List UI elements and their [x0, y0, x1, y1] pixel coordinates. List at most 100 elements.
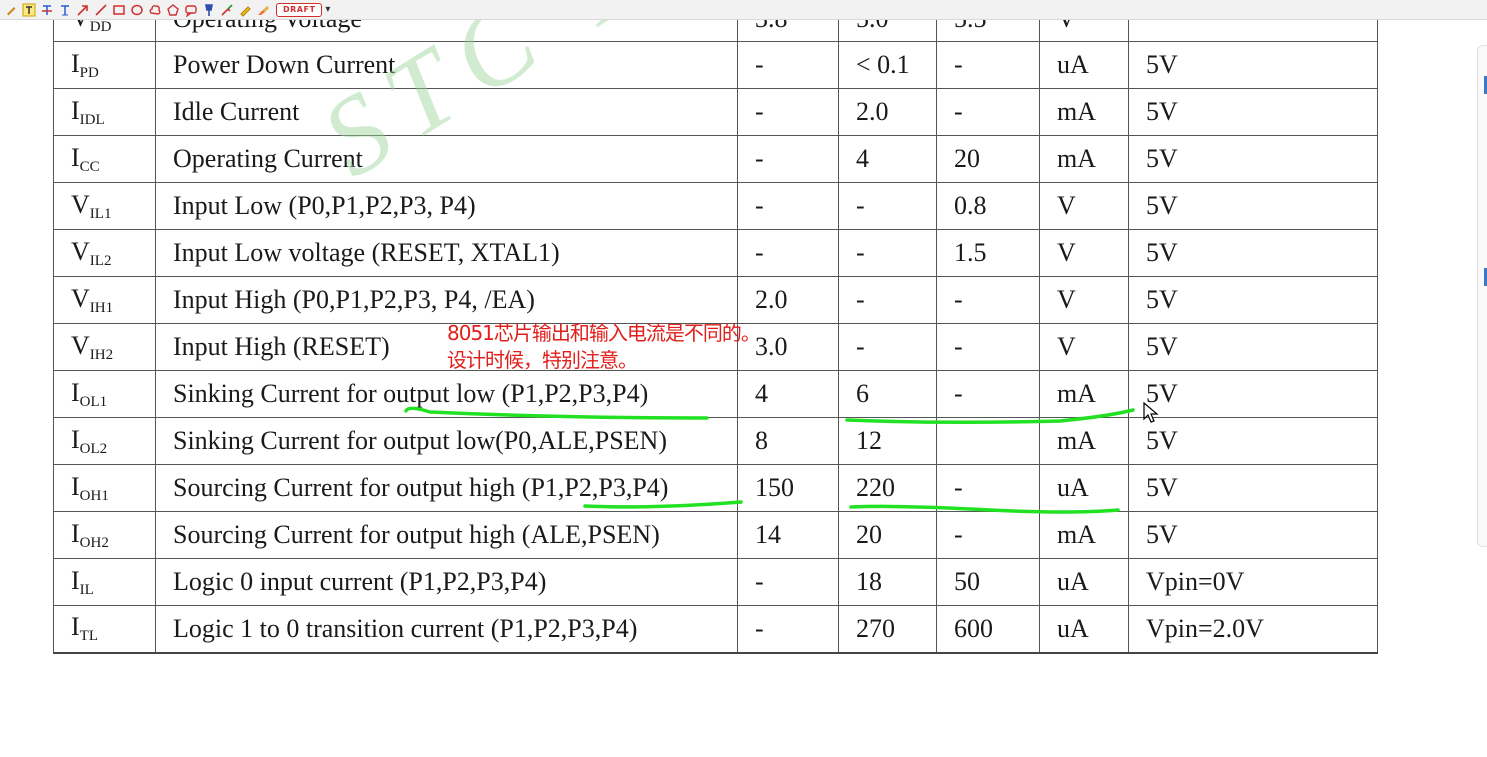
symbol-letter: V	[71, 330, 90, 360]
param-cell: Operating Current	[155, 135, 738, 183]
symbol-letter: I	[71, 565, 80, 595]
typ-cell: -	[838, 276, 937, 324]
param-cell: Sinking Current for output low (P1,P2,P3…	[155, 370, 738, 418]
min-cell: -	[737, 605, 839, 654]
symbol-cell: VIH1	[53, 276, 156, 324]
table-row: ICC Operating Current -4 20 mA 5V	[53, 135, 1378, 183]
typ-cell: -	[838, 323, 937, 371]
max-cell: 50	[936, 558, 1040, 606]
max-cell: 600	[936, 605, 1040, 654]
draft-stamp-button[interactable]: DRAFT	[276, 2, 323, 17]
unit-cell: mA	[1039, 511, 1129, 559]
min-cell: -	[737, 135, 839, 183]
min-cell: -	[737, 229, 839, 277]
pencil-icon[interactable]	[2, 1, 19, 19]
symbol-cell: IOH2	[53, 511, 156, 559]
symbol-subscript: TL	[79, 628, 98, 645]
typ-cell: 2.0	[838, 88, 937, 136]
stamp-dropdown-icon[interactable]: ▾	[325, 4, 330, 15]
cond-cell: 5V	[1128, 370, 1378, 418]
unit-cell: V	[1039, 276, 1129, 324]
symbol-cell: IIDL	[53, 88, 156, 136]
eraser-icon[interactable]	[254, 1, 271, 19]
unit-cell: mA	[1039, 88, 1129, 136]
max-cell: -	[936, 464, 1040, 512]
max-cell: -	[936, 370, 1040, 418]
max-cell: -	[936, 88, 1040, 136]
unit-cell: uA	[1039, 605, 1129, 654]
max-cell	[936, 417, 1040, 465]
param-cell: Input Low voltage (RESET, XTAL1)	[155, 229, 738, 277]
highlighter-icon[interactable]	[236, 1, 253, 19]
table-row: IIL Logic 0 input current (P1,P2,P3,P4) -1…	[53, 558, 1378, 606]
cond-cell: 5V	[1128, 276, 1378, 324]
cond-cell: 5V	[1128, 464, 1378, 512]
min-cell: 14	[737, 511, 839, 559]
note-line-2: 设计时候，特别注意。	[447, 348, 638, 372]
symbol-cell: ICC	[53, 135, 156, 183]
symbol-subscript: IL	[79, 581, 94, 598]
param-cell: Logic 1 to 0 transition current (P1,P2,P…	[155, 605, 738, 654]
strikeout-icon[interactable]	[38, 1, 55, 19]
polygon-icon[interactable]	[164, 1, 181, 19]
pin-icon[interactable]	[200, 1, 217, 19]
text-icon[interactable]	[20, 1, 37, 19]
symbol-subscript: OH1	[79, 487, 109, 504]
param-cell: Input High (P0,P1,P2,P3, P4, /EA)	[155, 276, 738, 324]
typ-cell: 18	[838, 558, 937, 606]
unit-cell: uA	[1039, 558, 1129, 606]
cond-cell: Vpin=0V	[1128, 558, 1378, 606]
ellipse-icon[interactable]	[128, 1, 145, 19]
table-row: VIH1 Input High (P0,P1,P2,P3, P4, /EA) 2.0…	[53, 276, 1378, 324]
pen-icon[interactable]	[218, 1, 235, 19]
symbol-cell: VIH2	[53, 323, 156, 371]
param-cell: Sourcing Current for output high (ALE,PS…	[155, 511, 738, 559]
symbol-subscript: PD	[79, 64, 99, 81]
max-cell: -	[936, 276, 1040, 324]
symbol-letter: V	[71, 283, 90, 313]
cloud-icon[interactable]	[146, 1, 163, 19]
cond-cell: 5V	[1128, 417, 1378, 465]
param-cell: Idle Current	[155, 88, 738, 136]
max-cell: -	[936, 511, 1040, 559]
rectangle-icon[interactable]	[110, 1, 127, 19]
min-cell: -	[737, 41, 839, 89]
cond-cell: Vpin=2.0V	[1128, 605, 1378, 654]
callout-icon[interactable]	[182, 1, 199, 19]
note-line-1: 8051芯片输出和输入电流是不同的。	[447, 321, 761, 345]
symbol-subscript: IL2	[89, 252, 112, 269]
red-annotation-note: 8051芯片输出和输入电流是不同的。 设计时候，特别注意。	[447, 320, 761, 374]
line-icon[interactable]	[92, 1, 109, 19]
symbol-subscript: OL1	[79, 393, 108, 410]
text-insert-icon[interactable]	[56, 1, 73, 19]
typ-cell: 220	[838, 464, 937, 512]
symbol-cell: IIL	[53, 558, 156, 606]
annotation-toolbar: DRAFT ▾	[0, 0, 1487, 20]
table-row: IOL1 Sinking Current for output low (P1,P…	[53, 370, 1378, 418]
table-row: IOL2 Sinking Current for output low(P0,AL…	[53, 417, 1378, 465]
min-cell: 150	[737, 464, 839, 512]
table-row: IPD Power Down Current - < 0.1- uA 5V	[53, 41, 1378, 89]
arrow-icon[interactable]	[74, 1, 91, 19]
symbol-letter: V	[71, 236, 90, 266]
typ-cell: < 0.1	[838, 41, 937, 89]
cond-cell: 5V	[1128, 88, 1378, 136]
cond-cell: 5V	[1128, 182, 1378, 230]
typ-cell: 12	[838, 417, 937, 465]
max-cell: -	[936, 41, 1040, 89]
symbol-subscript: IDL	[79, 111, 105, 128]
symbol-letter: I	[71, 424, 80, 454]
min-cell: 4	[737, 370, 839, 418]
table-row: IIDL Idle Current -2.0- mA 5V	[53, 88, 1378, 136]
table-row: IOH1 Sourcing Current for output high (P1…	[53, 464, 1378, 512]
table-row: VIL1 Input Low (P0,P1,P2,P3, P4) - -0.8 V 5V	[53, 182, 1378, 230]
min-cell: 8	[737, 417, 839, 465]
table-row: VIL2 Input Low voltage (RESET, XTAL1) - -1.…	[53, 229, 1378, 277]
typ-cell: 6	[838, 370, 937, 418]
symbol-subscript: DD	[89, 18, 112, 35]
min-cell: 2.0	[737, 276, 839, 324]
max-cell: -	[936, 323, 1040, 371]
symbol-subscript: CC	[79, 158, 100, 175]
side-panel-edge[interactable]	[1477, 45, 1487, 547]
symbol-cell: IOL2	[53, 417, 156, 465]
